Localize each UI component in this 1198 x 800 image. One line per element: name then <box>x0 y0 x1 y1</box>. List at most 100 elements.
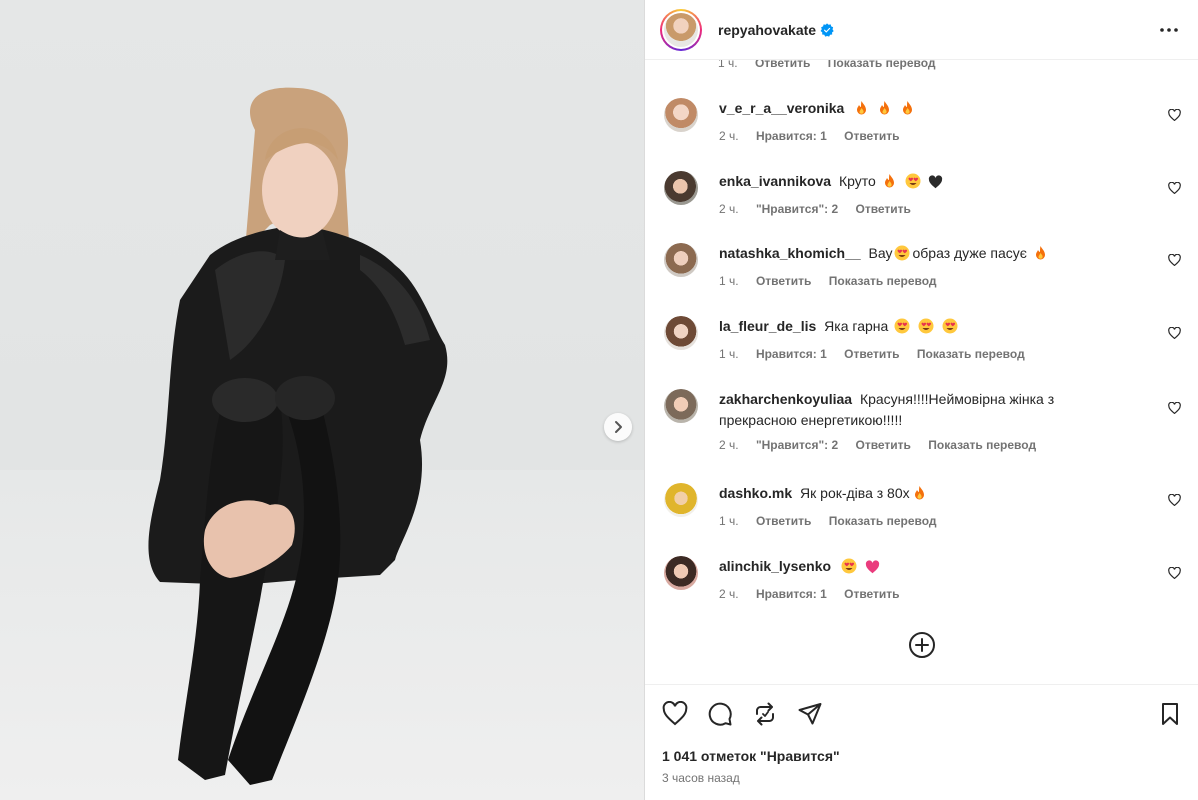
comment-like-button[interactable] <box>1167 108 1181 122</box>
commenter-username[interactable]: dashko.mk <box>719 485 792 501</box>
commenter-avatar[interactable] <box>664 98 698 132</box>
comment-time: 1 ч. <box>719 274 739 288</box>
heart-icon <box>1167 254 1181 266</box>
comment-like-button[interactable] <box>1167 401 1181 415</box>
comment-time: 1 ч. <box>718 60 738 70</box>
more-horizontal-icon <box>1160 28 1178 32</box>
comment-text: Яка гарна <box>824 318 889 334</box>
comment-like-button[interactable] <box>1167 566 1181 580</box>
commenter-username[interactable]: v_e_r_a__veronika <box>719 100 844 116</box>
black-heart-emoji-icon <box>928 174 943 195</box>
comment-icon <box>708 702 732 726</box>
bookmark-icon <box>1162 703 1178 725</box>
heart-eyes-emoji-icon <box>894 245 910 267</box>
comment-time: 2 ч. <box>719 129 739 143</box>
repost-button[interactable] <box>752 701 778 727</box>
post-header: repyahovakate <box>645 0 1198 60</box>
comment-like-button[interactable] <box>1167 181 1181 195</box>
heart-eyes-emoji-icon <box>942 318 958 340</box>
comment-time: 1 ч. <box>719 347 739 361</box>
comment-like-button[interactable] <box>1167 253 1181 267</box>
like-button[interactable] <box>662 700 688 727</box>
send-icon <box>798 703 822 725</box>
comment-time: 2 ч. <box>719 438 739 452</box>
author-username[interactable]: repyahovakate <box>718 22 816 38</box>
comment-text: Як рок-діва з 80х <box>800 485 910 501</box>
reply-button[interactable]: Ответить <box>844 129 899 143</box>
commenter-username[interactable]: enka_ivannikova <box>719 173 831 189</box>
comment-likes-count[interactable]: Нравится: 1 <box>756 129 827 143</box>
commenter-username[interactable]: alinchik_lysenko <box>719 558 831 574</box>
heart-eyes-emoji-icon <box>894 318 910 340</box>
heart-eyes-emoji-icon <box>841 558 857 580</box>
author-avatar[interactable] <box>660 8 702 51</box>
heart-icon <box>1167 402 1181 414</box>
heart-icon <box>1167 327 1181 339</box>
pink-heart-emoji-icon <box>865 559 880 580</box>
show-translation-button[interactable]: Показать перевод <box>829 274 937 288</box>
heart-eyes-emoji-icon <box>905 173 921 195</box>
reply-button[interactable]: Ответить <box>756 514 811 528</box>
commenter-avatar[interactable] <box>664 483 698 517</box>
comment-like-button[interactable] <box>1167 493 1181 507</box>
heart-icon <box>662 700 688 726</box>
commenter-avatar[interactable] <box>664 556 698 590</box>
next-photo-button[interactable] <box>604 413 632 441</box>
fire-emoji-icon <box>882 173 897 195</box>
reply-button[interactable]: Ответить <box>855 438 910 452</box>
save-button[interactable] <box>1157 701 1183 727</box>
post-actions: 1 041 отметок "Нравится" 3 часов назад <box>645 684 1198 800</box>
photo-figure <box>148 87 448 785</box>
reply-button[interactable]: Ответить <box>855 202 910 216</box>
heart-icon <box>1167 182 1181 194</box>
reply-button[interactable]: Ответить <box>755 60 810 70</box>
comments-list: 1 ч. Ответить Показать перевод v_e_r_a__… <box>645 60 1198 684</box>
commenter-avatar[interactable] <box>664 243 698 277</box>
load-more-comments-button[interactable] <box>908 631 936 659</box>
show-translation-button[interactable]: Показать перевод <box>829 514 937 528</box>
reply-button[interactable]: Ответить <box>756 274 811 288</box>
comment-text: Круто <box>838 173 876 189</box>
comment-text: образ дуже пасує <box>912 245 1027 261</box>
comment-time: 1 ч. <box>719 514 739 528</box>
heart-icon <box>1167 109 1181 121</box>
commenter-avatar[interactable] <box>664 389 698 423</box>
reply-button[interactable]: Ответить <box>844 347 899 361</box>
heart-icon <box>1167 494 1181 506</box>
commenter-username[interactable]: la_fleur_de_lis <box>719 318 816 334</box>
fire-emoji-icon <box>912 485 927 507</box>
commenter-username[interactable]: zakharchenkoyuliaa <box>719 391 852 407</box>
comment-time: 2 ч. <box>719 587 739 601</box>
post-timestamp[interactable]: 3 часов назад <box>662 771 740 785</box>
comment-likes-count[interactable]: "Нравится": 2 <box>756 438 838 452</box>
commenter-avatar[interactable] <box>664 171 698 205</box>
show-translation-button[interactable]: Показать перевод <box>928 438 1036 452</box>
chevron-right-icon <box>615 421 622 433</box>
verified-badge-icon <box>820 22 834 37</box>
repost-icon <box>756 702 774 726</box>
comment-likes-count[interactable]: Нравится: 1 <box>756 347 827 361</box>
comment-text-prefix: Вау <box>868 245 893 261</box>
show-translation-button[interactable]: Показать перевод <box>917 347 1025 361</box>
comment-button[interactable] <box>707 701 733 727</box>
heart-icon <box>1167 567 1181 579</box>
heart-eyes-emoji-icon <box>918 318 934 340</box>
commenter-avatar[interactable] <box>664 316 698 350</box>
share-button[interactable] <box>797 701 823 727</box>
fire-emoji-icon <box>1033 245 1048 267</box>
reply-button[interactable]: Ответить <box>844 587 899 601</box>
post-photo <box>0 0 644 800</box>
post-side-panel: repyahovakate 1 ч. Ответить Показать пер… <box>644 0 1198 800</box>
comment-likes-count[interactable]: "Нравится": 2 <box>756 202 838 216</box>
post-likes-count[interactable]: 1 041 отметок "Нравится" <box>662 748 840 764</box>
plus-circle-icon <box>909 632 935 658</box>
show-translation-button[interactable]: Показать перевод <box>828 60 936 70</box>
comment-time: 2 ч. <box>719 202 739 216</box>
more-options-button[interactable] <box>1157 18 1181 42</box>
comment-likes-count[interactable]: Нравится: 1 <box>756 587 827 601</box>
comment-like-button[interactable] <box>1167 326 1181 340</box>
fire-emoji-icon <box>900 100 915 122</box>
cut-comment-meta: 1 ч. Ответить Показать перевод <box>718 60 950 70</box>
fire-emoji-icon <box>854 100 869 122</box>
commenter-username[interactable]: natashka_khomich__ <box>719 245 861 261</box>
